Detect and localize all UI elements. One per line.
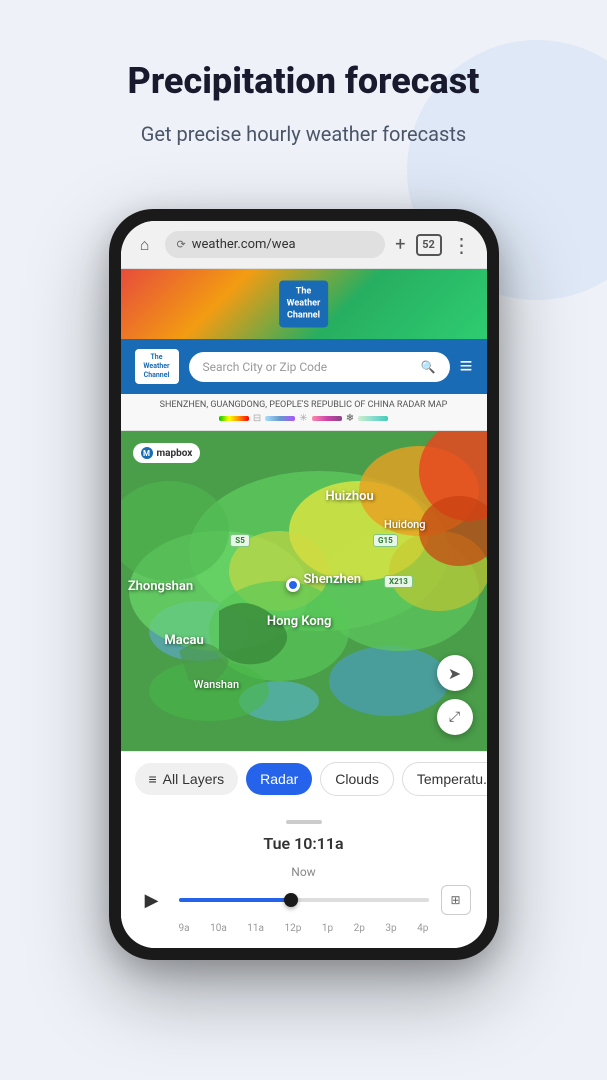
legend-mixed — [312, 416, 342, 421]
all-layers-button[interactable]: ≡ All Layers — [135, 763, 239, 795]
browser-home-button[interactable]: ⌂ — [135, 235, 155, 255]
timeline-hour-labels: 9a 10a 11a 12p 1p 2p 3p 4p — [137, 923, 471, 934]
road-marker-g15: G15 — [373, 534, 398, 547]
hero-section: Precipitation forecast Get precise hourl… — [0, 0, 607, 179]
radar-map-svg — [121, 431, 487, 751]
legend-separator: ⊟ — [253, 413, 261, 424]
legend-separator2: ✳ — [299, 413, 307, 424]
timeline-progress — [179, 898, 292, 902]
legend-rain-bar — [219, 416, 249, 421]
legend-frost-icon: ❄ — [346, 413, 354, 424]
search-placeholder: Search City or Zip Code — [203, 360, 328, 374]
weather-nav: TheWeatherChannel Search City or Zip Cod… — [121, 339, 487, 394]
timeline-expand-button[interactable]: ⊞ — [441, 885, 471, 915]
hour-label-11a: 11a — [247, 923, 264, 934]
mapbox-text: mapbox — [157, 448, 193, 459]
mapbox-logo: M mapbox — [133, 443, 201, 463]
weather-banner: TheWeatherChannel — [121, 269, 487, 339]
timeline-now-label: Now — [137, 865, 471, 879]
legend-rain — [219, 416, 249, 421]
phone-inner: ⌂ ⟳ weather.com/wea + 52 ⋮ TheWeatherCha… — [121, 221, 487, 948]
weather-search-bar[interactable]: Search City or Zip Code 🔍 — [189, 352, 450, 382]
radar-header: SHENZHEN, GUANGDONG, PEOPLE'S REPUBLIC O… — [121, 394, 487, 431]
hour-label-10a: 10a — [210, 923, 227, 934]
legend-frost — [358, 416, 388, 421]
browser-url-bar[interactable]: ⟳ weather.com/wea — [165, 231, 386, 258]
temperature-label: Temperatu... — [417, 771, 487, 787]
weather-channel-logo: TheWeatherChannel — [279, 281, 329, 328]
radar-button[interactable]: Radar — [246, 763, 312, 795]
phone-frame: ⌂ ⟳ weather.com/wea + 52 ⋮ TheWeatherCha… — [109, 209, 499, 960]
search-icon: 🔍 — [421, 360, 436, 374]
hour-label-4p: 4p — [417, 923, 428, 934]
timeline-section: Tue 10:11a Now ▶ ⊞ 9a 10a 11a 12p 1p — [121, 806, 487, 948]
radar-location-text: SHENZHEN, GUANGDONG, PEOPLE'S REPUBLIC O… — [131, 400, 477, 410]
map-area[interactable]: M mapbox Huizhou Huidong Zhongshan Shenz… — [121, 431, 487, 751]
tab-count-button[interactable]: 52 — [416, 234, 442, 256]
weather-logo-small: TheWeatherChannel — [135, 349, 179, 384]
mapbox-dot: M — [141, 447, 153, 459]
layers-icon: ≡ — [149, 771, 157, 787]
radar-label: Radar — [260, 771, 298, 787]
hour-label-2p: 2p — [354, 923, 365, 934]
legend-snow-bar — [265, 416, 295, 421]
temperature-button[interactable]: Temperatu... — [402, 762, 487, 796]
url-text: weather.com/wea — [192, 237, 296, 252]
timeline-track[interactable] — [179, 898, 429, 902]
timeline-controls: ▶ ⊞ — [137, 885, 471, 915]
timeline-handle — [137, 820, 471, 824]
browser-bar: ⌂ ⟳ weather.com/wea + 52 ⋮ — [121, 221, 487, 269]
legend-frost-bar — [358, 416, 388, 421]
location-dot — [286, 578, 300, 592]
legend-mixed-bar — [312, 416, 342, 421]
hero-title: Precipitation forecast — [40, 60, 567, 103]
timeline-thumb[interactable] — [284, 893, 298, 907]
all-layers-label: All Layers — [163, 771, 224, 787]
new-tab-button[interactable]: + — [395, 234, 405, 255]
timeline-time: Tue 10:11a — [137, 834, 471, 853]
compass-button[interactable]: ➤ — [437, 655, 473, 691]
radar-legend: ⊟ ✳ ❄ — [131, 413, 477, 424]
hero-subtitle: Get precise hourly weather forecasts — [40, 119, 567, 149]
url-security-icon: ⟳ — [177, 238, 186, 251]
phone-wrapper: ⌂ ⟳ weather.com/wea + 52 ⋮ TheWeatherCha… — [0, 209, 607, 960]
hour-label-1p: 1p — [322, 923, 333, 934]
layer-bar: ≡ All Layers Radar Clouds Temperatu... — [121, 751, 487, 806]
home-icon: ⌂ — [140, 235, 150, 255]
road-marker-s5: S5 — [230, 534, 250, 547]
hour-label-12p: 12p — [284, 923, 301, 934]
expand-map-button[interactable]: ⤢ — [437, 699, 473, 735]
hour-label-9a: 9a — [179, 923, 190, 934]
hour-label-3p: 3p — [385, 923, 396, 934]
clouds-button[interactable]: Clouds — [320, 762, 394, 796]
play-button[interactable]: ▶ — [137, 885, 167, 915]
browser-actions: + 52 ⋮ — [395, 233, 472, 257]
road-marker-x213: X213 — [384, 575, 413, 588]
handle-bar — [286, 820, 322, 824]
clouds-label: Clouds — [335, 771, 379, 787]
browser-menu-button[interactable]: ⋮ — [452, 233, 473, 257]
hamburger-menu-button[interactable]: ≡ — [460, 356, 473, 378]
legend-snow — [265, 416, 295, 421]
